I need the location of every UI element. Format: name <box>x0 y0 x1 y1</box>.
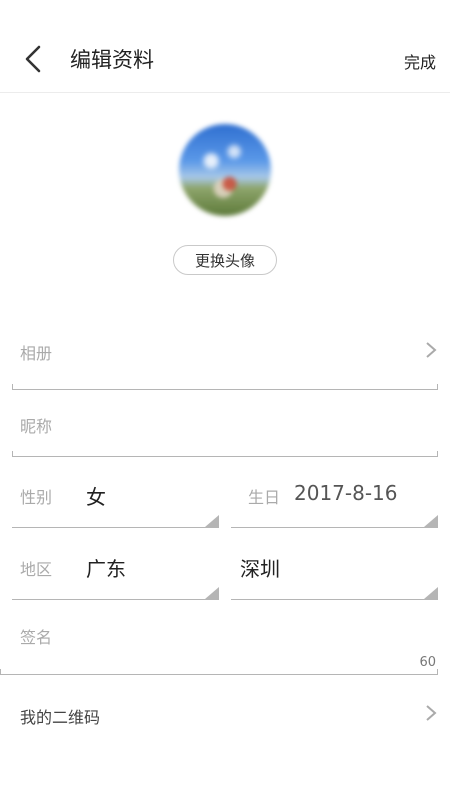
gender-value[interactable]: 女 <box>86 481 106 510</box>
city-underline <box>231 599 438 600</box>
qrcode-label: 我的二维码 <box>20 708 101 727</box>
birthday-label: 生日 <box>248 488 281 507</box>
dropdown-triangle-icon <box>424 515 438 527</box>
dropdown-triangle-icon <box>205 587 219 599</box>
signature-label: 签名 <box>20 628 53 647</box>
region-label: 地区 <box>20 560 53 579</box>
dropdown-triangle-icon <box>424 587 438 599</box>
birthday-value[interactable]: 2017-8-16 <box>294 481 398 505</box>
avatar[interactable] <box>179 124 271 216</box>
nickname-label: 昵称 <box>20 417 53 436</box>
chevron-right-icon <box>426 705 437 721</box>
chevron-right-icon <box>426 342 437 358</box>
page-title: 编辑资料 <box>70 48 154 72</box>
nickname-input[interactable] <box>85 405 425 445</box>
qrcode-chevron <box>424 703 438 727</box>
province-value[interactable]: 广东 <box>86 553 126 582</box>
header-bar <box>0 0 450 93</box>
gender-label: 性别 <box>20 488 53 507</box>
back-arrow-icon <box>25 45 41 73</box>
back-button[interactable] <box>18 42 48 76</box>
done-button[interactable]: 完成 <box>404 49 436 73</box>
album-row[interactable] <box>424 340 438 364</box>
province-underline <box>12 599 219 600</box>
dropdown-triangle-icon <box>205 515 219 527</box>
birthday-underline <box>231 527 438 528</box>
signature-input[interactable] <box>85 617 425 657</box>
signature-counter: 60 <box>419 655 436 670</box>
album-underline <box>12 384 438 390</box>
change-avatar-button[interactable]: 更换头像 <box>173 245 277 275</box>
gender-underline <box>12 527 219 528</box>
nickname-underline <box>12 451 438 457</box>
album-label: 相册 <box>20 344 53 363</box>
signature-underline <box>0 669 438 675</box>
city-value[interactable]: 深圳 <box>240 553 280 582</box>
